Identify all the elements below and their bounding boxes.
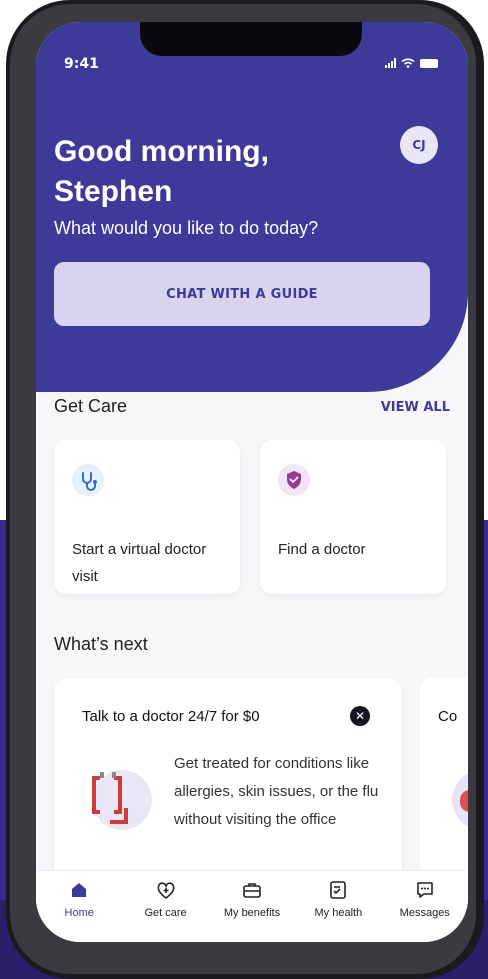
tab-get-care-label: Get care bbox=[144, 907, 187, 919]
tab-messages[interactable]: Messages bbox=[385, 879, 465, 942]
greeting-title: Good morning, Stephen bbox=[54, 135, 269, 208]
greeting-subtitle: What would you like to do today? bbox=[54, 218, 319, 238]
tab-my-benefits[interactable]: My benefits bbox=[212, 879, 292, 942]
status-time: 9:41 bbox=[64, 56, 99, 72]
message-icon bbox=[416, 882, 433, 898]
tab-get-care[interactable]: Get care bbox=[126, 879, 206, 942]
view-all-link[interactable]: VIEW ALL bbox=[381, 400, 450, 415]
tab-my-health[interactable]: My health bbox=[298, 879, 378, 942]
app-screen: 9:41 Good morning, Stephen CJ What would… bbox=[36, 22, 468, 942]
phone-notch bbox=[140, 22, 362, 56]
talk-to-doctor-body: Get treated for conditions like allergie… bbox=[174, 755, 379, 828]
avatar[interactable]: CJ bbox=[400, 126, 438, 164]
header-panel: 9:41 Good morning, Stephen CJ What would… bbox=[36, 22, 468, 392]
next-card-peek-title: Co bbox=[438, 708, 458, 725]
health-record-icon bbox=[330, 881, 347, 899]
heart-plus-icon bbox=[157, 882, 175, 899]
stethoscope-icon bbox=[72, 464, 104, 496]
shield-check-icon bbox=[278, 464, 310, 496]
tab-home-label: Home bbox=[64, 907, 94, 919]
status-icons bbox=[385, 58, 438, 68]
briefcase-icon bbox=[243, 883, 261, 898]
tab-messages-label: Messages bbox=[399, 907, 450, 919]
virtual-visit-illustration bbox=[92, 770, 152, 830]
close-icon[interactable]: ✕ bbox=[350, 706, 370, 726]
start-virtual-visit-card[interactable]: Start a virtual doctor visit bbox=[54, 440, 240, 594]
tab-home[interactable]: Home bbox=[39, 879, 119, 942]
get-care-title: Get Care bbox=[54, 396, 128, 416]
signal-icon bbox=[385, 58, 396, 68]
home-icon bbox=[72, 883, 87, 897]
tab-my-health-label: My health bbox=[314, 907, 363, 919]
chat-with-guide-button[interactable]: CHAT WITH A GUIDE bbox=[54, 262, 430, 326]
talk-to-doctor-title: Talk to a doctor 24/7 for $0 bbox=[82, 708, 260, 725]
whats-next-title: What’s next bbox=[54, 634, 148, 654]
find-doctor-label: Find a doctor bbox=[278, 541, 366, 558]
tab-my-benefits-label: My benefits bbox=[223, 907, 281, 919]
battery-icon bbox=[420, 58, 438, 68]
bottom-tab-bar: Home Get care My benefits My health Mess… bbox=[36, 870, 468, 942]
wifi-icon bbox=[401, 58, 415, 68]
find-doctor-card[interactable]: Find a doctor bbox=[260, 440, 446, 594]
start-virtual-visit-label: Start a virtual doctor visit bbox=[72, 541, 207, 585]
